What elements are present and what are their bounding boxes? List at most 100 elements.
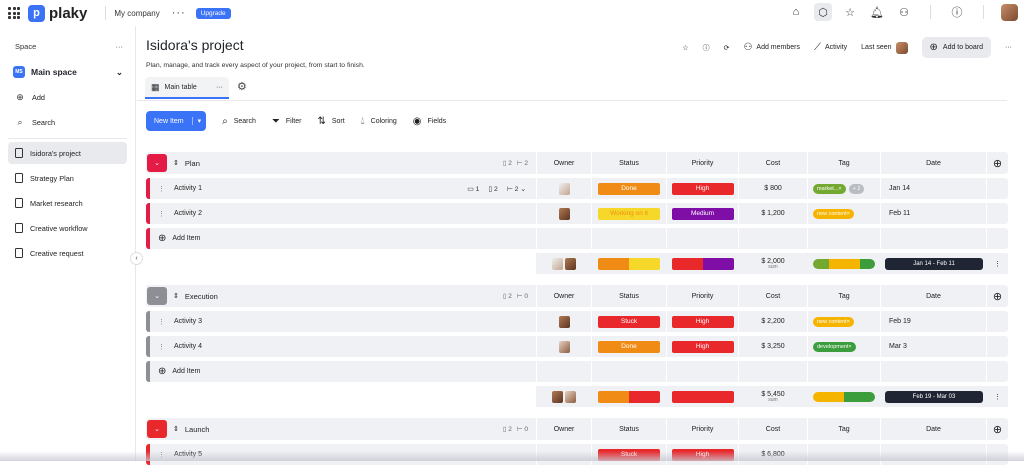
tag-pill[interactable]: market... ×: [813, 183, 846, 194]
header-more-button[interactable]: ···: [1005, 44, 1012, 51]
table-row[interactable]: ⋮ Activity 3 Stuck High $ 2,200 new content ×…: [146, 311, 1008, 332]
tab-more-button[interactable]: ···: [216, 84, 223, 91]
sync-icon[interactable]: ⟳: [724, 44, 730, 52]
comment-count[interactable]: ▭ 1: [467, 185, 479, 193]
star-icon[interactable]: ☆: [841, 3, 859, 21]
group-name[interactable]: ⇕ Launch: [173, 425, 209, 434]
tag-pill[interactable]: new content ×: [813, 208, 854, 219]
close-icon[interactable]: ×: [847, 319, 850, 325]
tag-pill[interactable]: development ×: [813, 341, 856, 352]
cube-icon[interactable]: ⬡: [814, 3, 832, 21]
fields-button[interactable]: ◉ Fields: [413, 116, 446, 127]
item-name-cell[interactable]: ⋮ Activity 4: [146, 336, 536, 357]
priority-cell[interactable]: Medium: [666, 203, 738, 224]
date-cell[interactable]: Mar 3: [880, 336, 986, 357]
page-description[interactable]: Plan, manage, and track every aspect of …: [146, 62, 365, 69]
add-item-row[interactable]: ⊕ Add Item: [146, 361, 1008, 382]
tag-cell[interactable]: market... × + 2: [807, 178, 880, 199]
column-header-priority[interactable]: Priority: [666, 285, 738, 307]
column-header-owner[interactable]: Owner: [536, 285, 591, 307]
add-to-board-button[interactable]: ⊕ Add to board: [921, 37, 991, 58]
info-icon[interactable]: ⓘ: [703, 43, 710, 53]
priority-cell[interactable]: High: [666, 178, 738, 199]
sidebar-item-add[interactable]: ⊕ Add: [0, 86, 135, 108]
summary-more-button[interactable]: ⋮: [986, 253, 1008, 274]
group-collapse-button[interactable]: ⌄: [147, 420, 167, 438]
column-header-cost[interactable]: Cost: [738, 418, 807, 440]
sidebar-item-project[interactable]: Creative request: [8, 242, 127, 264]
column-header-tag[interactable]: Tag: [807, 285, 880, 307]
status-cell[interactable]: Done: [591, 178, 666, 199]
table-row[interactable]: ⋮ Activity 1 ▭ 1 ▯ 2 ⊢ 2 ⌄ Done High $ 800 marke…: [146, 178, 1008, 199]
column-header-status[interactable]: Status: [591, 152, 666, 174]
logo[interactable]: p plaky: [28, 4, 87, 22]
add-item-button[interactable]: ⊕ Add Item: [150, 233, 200, 244]
subitem-count[interactable]: ⊢ 2 ⌄: [507, 185, 526, 193]
close-icon[interactable]: ×: [849, 344, 852, 350]
add-item-cell[interactable]: ⊕ Add Item: [146, 361, 536, 382]
add-item-cell[interactable]: ⊕ Add Item: [146, 228, 536, 249]
owner-cell[interactable]: [536, 203, 591, 224]
status-cell[interactable]: Done: [591, 336, 666, 357]
star-icon[interactable]: ☆: [682, 44, 688, 52]
column-header-tag[interactable]: Tag: [807, 152, 880, 174]
add-members-button[interactable]: ⚇ Add members: [743, 42, 800, 53]
owner-cell[interactable]: [536, 336, 591, 357]
group-collapse-button[interactable]: ⌄: [147, 154, 167, 172]
add-column-button[interactable]: ⊕: [986, 152, 1008, 174]
add-column-button[interactable]: ⊕: [986, 418, 1008, 440]
sidebar-item-project[interactable]: Isidora's project: [8, 142, 127, 164]
add-item-row[interactable]: ⊕ Add Item: [146, 228, 1008, 249]
person-add-icon[interactable]: ⚇: [895, 3, 913, 21]
owner-cell[interactable]: [536, 311, 591, 332]
owner-cell[interactable]: [536, 178, 591, 199]
column-header-owner[interactable]: Owner: [536, 152, 591, 174]
date-cell[interactable]: Jan 14: [880, 178, 986, 199]
user-avatar[interactable]: [1001, 3, 1018, 21]
cost-cell[interactable]: $ 3,250: [738, 336, 807, 357]
add-column-button[interactable]: ⊕: [986, 285, 1008, 307]
add-item-button[interactable]: ⊕ Add Item: [150, 366, 200, 377]
close-icon[interactable]: ×: [838, 186, 841, 192]
tab-main-table[interactable]: ▦ Main table ···: [145, 77, 229, 99]
group-name[interactable]: ⇕ Plan: [173, 159, 200, 168]
page-title[interactable]: Isidora's project: [146, 37, 244, 53]
status-cell[interactable]: Working on it: [591, 203, 666, 224]
sort-button[interactable]: ⇅ Sort: [317, 116, 344, 127]
item-name[interactable]: Activity 4: [174, 343, 202, 350]
sidebar-more-button[interactable]: ···: [116, 42, 124, 51]
column-header-cost[interactable]: Cost: [738, 285, 807, 307]
table-row[interactable]: ⋮ Activity 2 Working on it Medium $ 1,200 new…: [146, 203, 1008, 224]
drag-handle-icon[interactable]: ⇕: [173, 425, 179, 433]
item-name-cell[interactable]: ⋮ Activity 2: [146, 203, 536, 224]
column-header-owner[interactable]: Owner: [536, 418, 591, 440]
collapse-sidebar-button[interactable]: ‹: [130, 252, 143, 265]
item-name[interactable]: Activity 2: [174, 210, 202, 217]
drag-handle-icon[interactable]: ⇕: [173, 159, 179, 167]
company-name[interactable]: My company: [114, 9, 159, 18]
sidebar-item-search[interactable]: ⌕ Search: [0, 111, 135, 133]
tag-cell[interactable]: new content ×: [807, 203, 880, 224]
apps-grid-icon[interactable]: [8, 7, 20, 19]
space-selector[interactable]: MS Main space ⌄: [0, 61, 135, 83]
close-icon[interactable]: ×: [847, 211, 850, 217]
drag-handle-icon[interactable]: ⋮: [158, 185, 165, 193]
date-cell[interactable]: Feb 19: [880, 311, 986, 332]
sidebar-item-project[interactable]: Strategy Plan: [8, 167, 127, 189]
column-header-status[interactable]: Status: [591, 418, 666, 440]
sidebar-item-project[interactable]: Creative workflow: [8, 217, 127, 239]
file-count[interactable]: ▯ 2: [488, 185, 497, 193]
tag-pill[interactable]: + 2: [848, 183, 865, 194]
help-icon[interactable]: ⓘ: [948, 3, 966, 21]
new-item-button[interactable]: New Item ▾: [146, 111, 207, 131]
priority-cell[interactable]: High: [666, 311, 738, 332]
company-more-button[interactable]: ···: [172, 7, 186, 19]
column-header-priority[interactable]: Priority: [666, 152, 738, 174]
column-header-cost[interactable]: Cost: [738, 152, 807, 174]
tag-cell[interactable]: new content ×: [807, 311, 880, 332]
group-collapse-button[interactable]: ⌄: [147, 287, 167, 305]
activity-button[interactable]: ⟋ Activity: [814, 42, 847, 53]
sidebar-item-project[interactable]: Market research: [8, 192, 127, 214]
column-header-priority[interactable]: Priority: [666, 418, 738, 440]
date-cell[interactable]: Feb 11: [880, 203, 986, 224]
